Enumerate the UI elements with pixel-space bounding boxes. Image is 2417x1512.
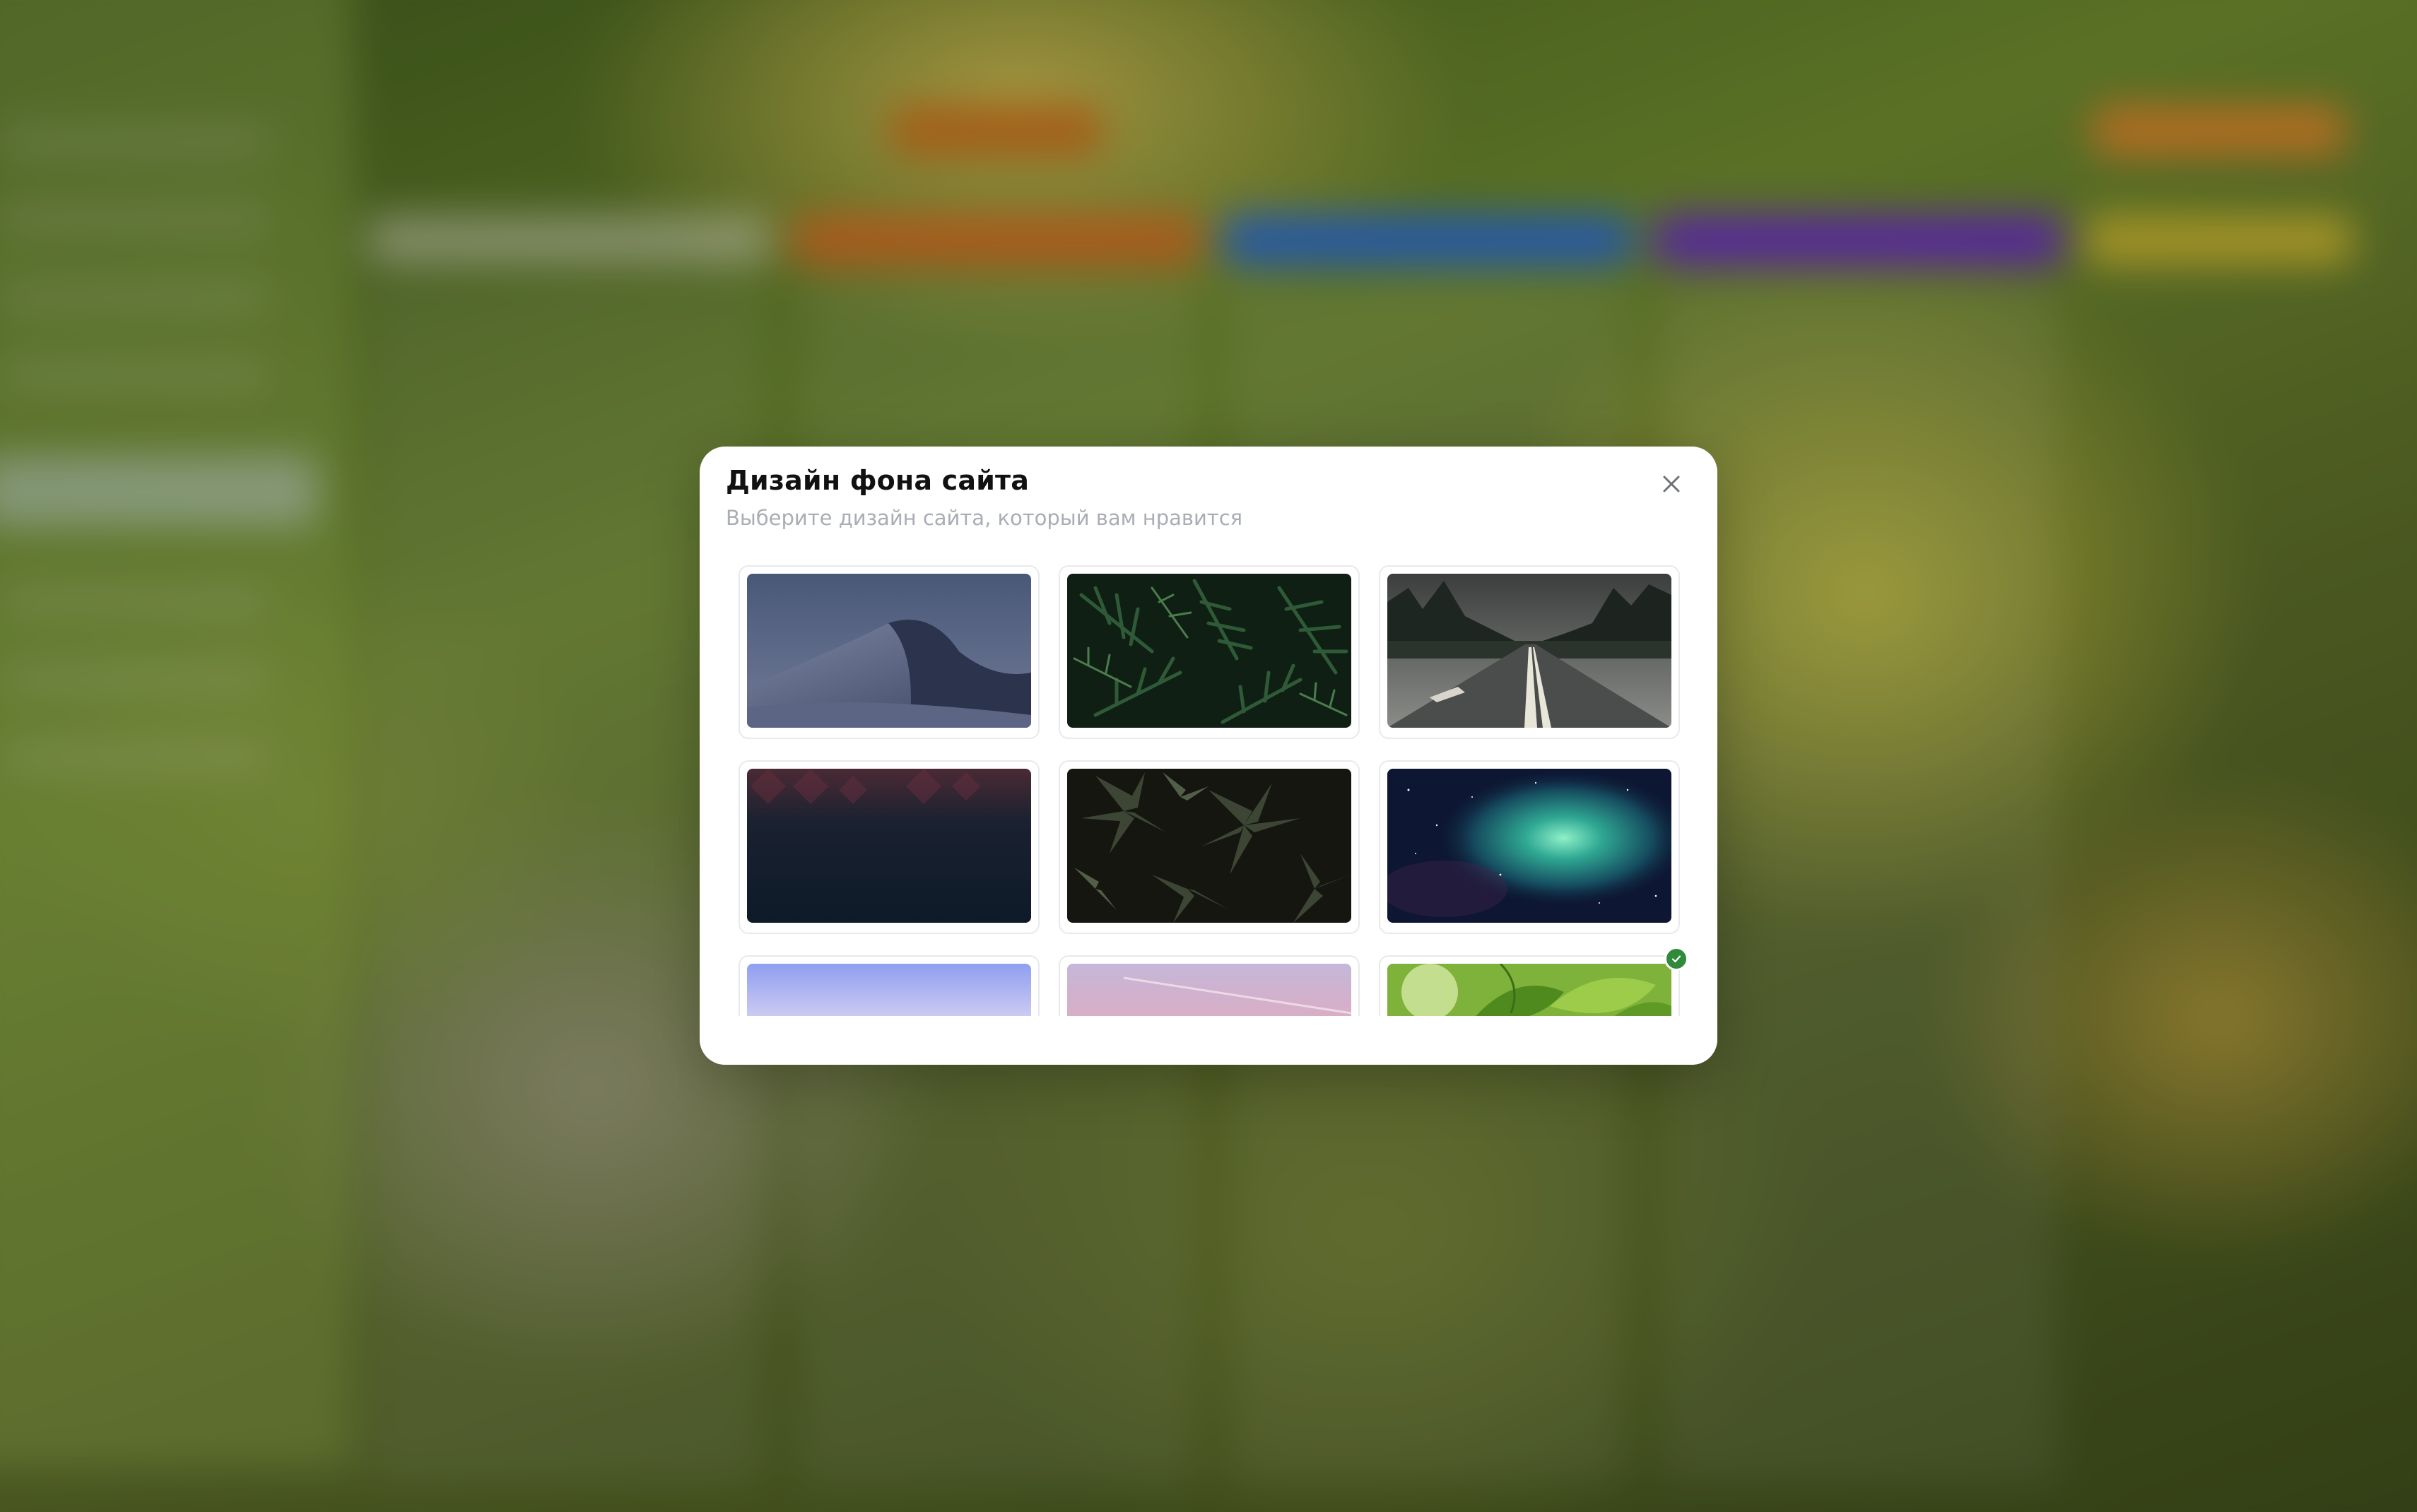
close-button[interactable] [1651, 463, 1692, 504]
screen: Дизайн фона сайта Выберите дизайн сайта,… [0, 0, 2417, 1512]
background-option[interactable] [1379, 760, 1680, 934]
background-thumbnail-fern [1067, 574, 1351, 728]
selected-check-icon [1664, 947, 1688, 971]
background-option[interactable] [1059, 760, 1360, 934]
modal-bottom-padding [700, 1024, 1717, 1065]
close-icon [1663, 476, 1680, 492]
background-grid[interactable] [700, 565, 1717, 1016]
background-thumbnail-forest-road [1387, 574, 1671, 728]
background-option[interactable] [739, 565, 1040, 739]
modal-title: Дизайн фона сайта [726, 465, 1030, 496]
background-option[interactable] [1059, 565, 1360, 739]
background-option[interactable] [739, 760, 1040, 934]
modal-subtitle: Выберите дизайн сайта, который вам нрави… [726, 506, 1243, 530]
background-thumbnail-desert-dunes [747, 574, 1031, 728]
background-thumbnail-dark-leaves [1067, 769, 1351, 923]
background-design-modal: Дизайн фона сайта Выберите дизайн сайта,… [700, 447, 1717, 1065]
background-option[interactable] [1379, 565, 1680, 739]
background-thumbnail-nebula [1387, 769, 1671, 923]
background-grid-row-3 [700, 947, 1717, 1026]
background-thumbnail-dark-gradient [747, 769, 1031, 923]
